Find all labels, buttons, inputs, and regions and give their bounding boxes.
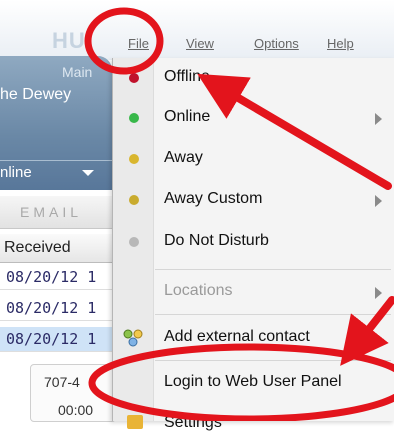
- profile-name: he Dewey: [0, 86, 72, 103]
- table-row[interactable]: 08/20/12 1: [0, 296, 112, 321]
- yellow-dot-icon: [129, 195, 139, 205]
- profile-panel: Main he Dewey nline: [0, 56, 112, 190]
- chevron-right-icon: [375, 113, 382, 125]
- menu-file[interactable]: File: [128, 36, 149, 51]
- green-dot-icon: [129, 113, 139, 123]
- menu-separator: [155, 314, 391, 315]
- table-row[interactable]: 08/20/12 1: [0, 327, 112, 352]
- chevron-down-icon: [82, 170, 94, 176]
- presence-dropdown[interactable]: nline: [0, 160, 112, 185]
- menu-item-label: Login to Web User Panel: [164, 373, 342, 390]
- menu-item-label: Offline: [164, 68, 210, 85]
- menu-item-away[interactable]: Away: [113, 139, 394, 179]
- menu-item-label: Online: [164, 108, 211, 125]
- menu-bar: File View Options Help: [112, 36, 394, 58]
- grey-dot-icon: [129, 237, 139, 247]
- menu-help[interactable]: Help: [327, 36, 354, 51]
- call-timer: 00:00: [58, 402, 94, 418]
- menu-item-online[interactable]: Online: [113, 98, 394, 138]
- menu-item-label: Do Not Disturb: [164, 232, 269, 249]
- menu-item-label: Settings: [164, 414, 222, 431]
- phone-number: 707-4: [44, 374, 80, 390]
- red-dot-icon: [129, 73, 139, 83]
- menu-separator: [155, 269, 391, 270]
- profile-main-label: Main: [62, 64, 93, 80]
- menu-item-offline[interactable]: Offline: [113, 58, 394, 98]
- presence-value: nline: [0, 164, 32, 181]
- table-row[interactable]: 08/20/12 1: [0, 265, 112, 290]
- settings-icon: [127, 415, 143, 429]
- tab-email[interactable]: EMAIL: [0, 196, 112, 229]
- menu-options[interactable]: Options: [254, 36, 299, 51]
- menu-item-label: Away Custom: [164, 190, 263, 207]
- menu-item-label: Locations: [164, 282, 233, 299]
- chevron-right-icon: [375, 287, 382, 299]
- menu-item-label: Add external contact: [164, 328, 310, 345]
- menu-separator: [155, 360, 391, 361]
- menu-item-locations: Locations: [113, 272, 394, 312]
- menu-view[interactable]: View: [186, 36, 214, 51]
- menu-item-settings[interactable]: Settings: [113, 404, 394, 444]
- menu-item-add-external-contact[interactable]: Add external contact: [113, 318, 394, 358]
- contacts-icon: [123, 329, 143, 347]
- chevron-right-icon: [375, 195, 382, 207]
- menu-item-label: Away: [164, 149, 203, 166]
- menu-item-away-custom[interactable]: Away Custom: [113, 180, 394, 220]
- file-menu: Offline Online Away Away Custom Do Not D…: [112, 58, 394, 431]
- menu-item-do-not-disturb[interactable]: Do Not Disturb: [113, 222, 394, 262]
- column-header-received[interactable]: Received: [0, 234, 112, 263]
- yellow-dot-icon: [129, 154, 139, 164]
- menu-item-login-web-user-panel[interactable]: Login to Web User Panel: [113, 363, 394, 403]
- app-logo: HU: [52, 28, 86, 53]
